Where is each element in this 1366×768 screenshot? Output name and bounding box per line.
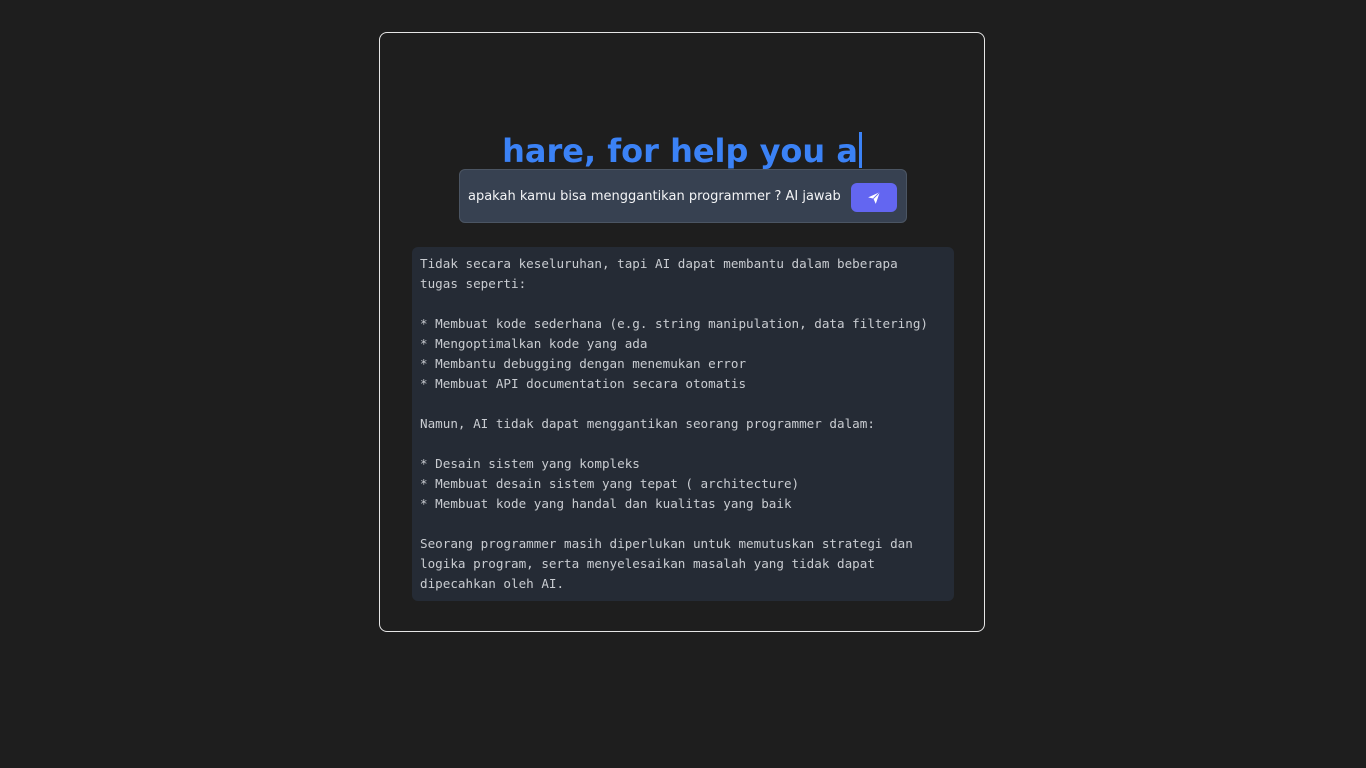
send-button[interactable] [851, 183, 897, 212]
typing-cursor [858, 132, 862, 168]
headline-text: hare, for help you a [502, 132, 858, 170]
paper-plane-icon [867, 191, 881, 205]
typing-headline: hare, for help you a [380, 129, 984, 173]
chat-card: hare, for help you a Tidak secara keselu… [379, 32, 985, 632]
ai-response: Tidak secara keseluruhan, tapi AI dapat … [412, 247, 954, 601]
prompt-bar [459, 169, 907, 223]
prompt-input[interactable] [468, 183, 844, 209]
